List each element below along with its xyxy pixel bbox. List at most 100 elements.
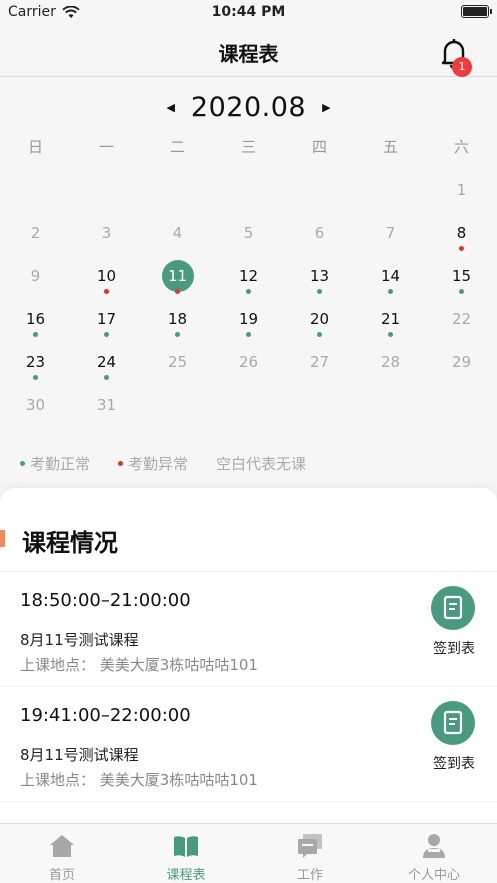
calendar-day[interactable]: 18	[142, 308, 213, 344]
day-number: 29	[451, 353, 472, 371]
course-location: 上课地点： 美美大厦3栋咕咕咕101	[20, 771, 258, 789]
weekday-label: 二	[169, 138, 185, 156]
sign-in-sheet-button[interactable]	[431, 586, 475, 630]
next-month-icon[interactable]: ▶	[322, 101, 330, 114]
day-number: 15	[451, 267, 472, 285]
course-location: 上课地点： 美美大厦3栋咕咕咕101	[20, 656, 258, 674]
calendar-day[interactable]: 3	[71, 222, 142, 258]
attendance-normal-dot	[246, 332, 251, 337]
attendance-normal-dot	[175, 332, 180, 337]
tab-label: 个人中心	[407, 868, 460, 883]
nav-bar: 课程表 1	[0, 26, 497, 77]
calendar-day[interactable]: 26	[213, 351, 284, 387]
day-number: 3	[101, 224, 112, 242]
sign-in-sheet-button[interactable]	[431, 701, 475, 745]
weekday-header: 日 一 二 三 四 五 六	[0, 136, 497, 160]
calendar-day[interactable]: 1	[426, 179, 497, 215]
attendance-abnormal-dot	[175, 289, 180, 294]
calendar-day[interactable]: 8	[426, 222, 497, 258]
day-number: 22	[451, 310, 472, 328]
day-number: 6	[314, 224, 325, 242]
attendance-abnormal-dot	[104, 289, 109, 294]
calendar-day[interactable]: 9	[0, 265, 71, 301]
calendar-day[interactable]: 31	[71, 394, 142, 430]
status-bar: Carrier 10:44 PM	[0, 0, 497, 26]
tab-work[interactable]: 工作	[248, 824, 372, 883]
course-item[interactable]: 19:41:00–22:00:00 8月11号测试课程 上课地点： 美美大厦3栋…	[0, 687, 497, 801]
calendar-day[interactable]: 27	[284, 351, 355, 387]
attendance-normal-dot	[104, 332, 109, 337]
tab-profile[interactable]: 个人中心	[372, 824, 496, 883]
calendar-day[interactable]: 4	[142, 222, 213, 258]
calendar-day[interactable]: 21	[355, 308, 426, 344]
tab-home[interactable]: 首页	[0, 824, 124, 883]
calendar-day[interactable]: 14	[355, 265, 426, 301]
calendar-day[interactable]: 7	[355, 222, 426, 258]
day-number: 18	[167, 310, 188, 328]
calendar-day[interactable]: 13	[284, 265, 355, 301]
notification-badge: 1	[452, 57, 472, 77]
tab-schedule[interactable]: 课程表	[124, 824, 248, 883]
calendar-day[interactable]: 22	[426, 308, 497, 344]
calendar-day[interactable]: 19	[213, 308, 284, 344]
calendar-day[interactable]: 25	[142, 351, 213, 387]
tab-label: 课程表	[166, 868, 206, 883]
sign-in-sheet-label[interactable]: 签到表	[424, 638, 484, 658]
day-number: 7	[385, 224, 396, 242]
calendar-day[interactable]: 20	[284, 308, 355, 344]
calendar-day[interactable]: 12	[213, 265, 284, 301]
calendar-day[interactable]: 6	[284, 222, 355, 258]
course-time: 18:50:00–21:00:00	[20, 590, 191, 611]
day-number: 17	[96, 310, 117, 328]
calendar-day[interactable]: 10	[71, 265, 142, 301]
day-number: 12	[238, 267, 259, 285]
course-item[interactable]: 18:50:00–21:00:00 8月11号测试课程 上课地点： 美美大厦3栋…	[0, 572, 497, 686]
course-name: 8月11号测试课程	[20, 746, 139, 764]
tab-bar: 首页 课程表 工作 个人中心	[0, 823, 497, 883]
legend-normal: 考勤正常	[20, 453, 90, 474]
calendar-day[interactable]: 11	[142, 260, 213, 301]
normal-dot-icon	[20, 461, 25, 466]
tab-label: 首页	[48, 868, 75, 883]
calendar-day[interactable]: 28	[355, 351, 426, 387]
battery-icon	[461, 5, 492, 18]
calendar-day[interactable]: 29	[426, 351, 497, 387]
work-icon	[298, 834, 322, 858]
day-number: 26	[238, 353, 259, 371]
day-number: 16	[25, 310, 46, 328]
weekday-label: 五	[382, 138, 398, 156]
section-title: 课程情况	[22, 529, 118, 557]
calendar-day[interactable]: 24	[71, 351, 142, 387]
day-number: 14	[380, 267, 401, 285]
calendar-day[interactable]: 2	[0, 222, 71, 258]
weekday-label: 四	[311, 138, 327, 156]
calendar-day[interactable]: 17	[71, 308, 142, 344]
calendar-day[interactable]: 15	[426, 265, 497, 301]
calendar-day[interactable]: 16	[0, 308, 71, 344]
course-name: 8月11号测试课程	[20, 631, 139, 649]
weekday-label: 六	[453, 138, 469, 156]
day-number: 5	[243, 224, 254, 242]
divider	[0, 801, 497, 802]
course-time: 19:41:00–22:00:00	[20, 705, 191, 726]
user-icon	[423, 834, 445, 858]
legend-abnormal: 考勤异常	[118, 453, 188, 474]
courses-card: 课程情况 18:50:00–21:00:00 8月11号测试课程 上课地点： 美…	[0, 488, 497, 824]
day-number: 8	[456, 224, 467, 242]
attendance-legend: 考勤正常 考勤异常 空白代表无课	[20, 453, 306, 474]
day-number: 30	[25, 396, 46, 414]
day-number: 2	[30, 224, 41, 242]
calendar-day[interactable]: 5	[213, 222, 284, 258]
sign-in-sheet-label[interactable]: 签到表	[424, 753, 484, 773]
prev-month-icon[interactable]: ◀	[166, 101, 174, 114]
calendar-day[interactable]: 23	[0, 351, 71, 387]
day-number: 25	[167, 353, 188, 371]
section-accent-bar	[0, 530, 5, 547]
day-number: 23	[25, 353, 46, 371]
book-icon	[174, 836, 198, 857]
attendance-normal-dot	[317, 289, 322, 294]
document-icon	[443, 595, 463, 620]
calendar-day[interactable]: 30	[0, 394, 71, 430]
day-number: 27	[309, 353, 330, 371]
attendance-normal-dot	[388, 289, 393, 294]
